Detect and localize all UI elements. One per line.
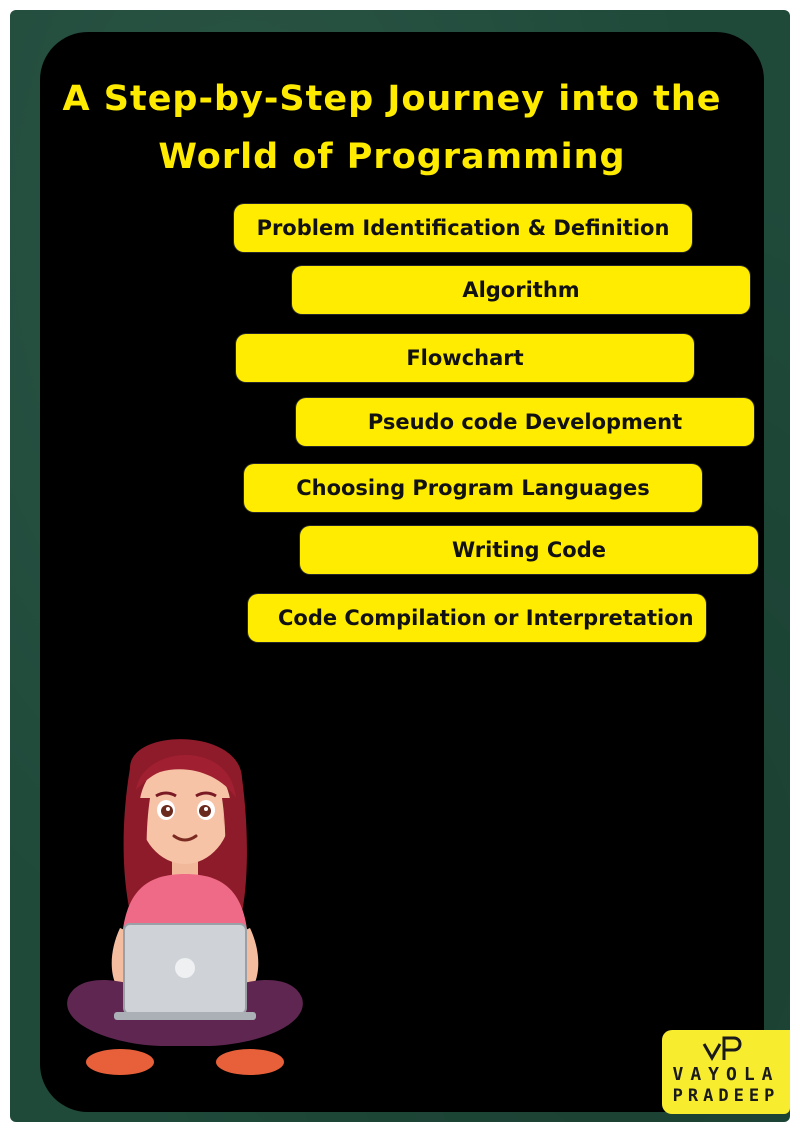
girl-with-laptop-icon — [67, 739, 303, 1075]
step-compilation: Code Compilation or Interpretation — [248, 594, 706, 642]
logo-text-line-1: VAYOLA — [672, 1064, 780, 1085]
step-flowchart: Flowchart — [236, 334, 694, 382]
title-line-1: A Step-by-Step Journey into the — [62, 79, 722, 119]
step-writing-code: Writing Code — [300, 526, 758, 574]
logo-text-line-2: PRADEEP — [672, 1086, 780, 1106]
poster-title: A Step-by-Step Journey into the World of… — [40, 70, 744, 186]
logo-mark-icon — [702, 1036, 742, 1062]
step-algorithm: Algorithm — [292, 266, 750, 314]
step-pseudo-code: Pseudo code Development — [296, 398, 754, 446]
step-problem-identification: Problem Identification & Definition — [234, 204, 692, 252]
title-line-2: World of Programming — [158, 137, 626, 177]
brand-logo: VAYOLA PRADEEP — [662, 1030, 790, 1114]
step-choosing-language: Choosing Program Languages — [244, 464, 702, 512]
